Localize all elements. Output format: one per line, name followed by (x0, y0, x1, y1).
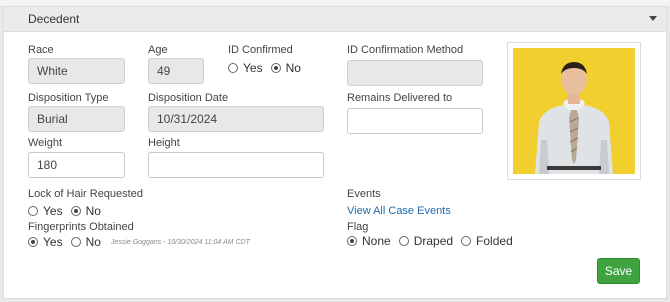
id-confirmed-radio-group: Yes No (228, 61, 309, 75)
flag-label: Flag (347, 221, 369, 233)
id-confirmed-label: ID Confirmed (228, 44, 293, 56)
save-button[interactable]: Save (597, 258, 640, 284)
id-confirmation-method-label: ID Confirmation Method (347, 44, 464, 56)
disposition-date-field: 10/31/2024 (148, 106, 324, 132)
decedent-photo (513, 48, 635, 174)
disposition-type-field: Burial (28, 106, 125, 132)
height-input[interactable] (148, 152, 324, 178)
caret-down-icon[interactable] (649, 16, 657, 21)
radio-icon[interactable] (228, 63, 238, 73)
flag-folded-option[interactable]: Folded (461, 234, 513, 248)
flag-none-option[interactable]: None (347, 234, 391, 248)
decedent-photo-frame[interactable] (507, 42, 641, 180)
radio-icon[interactable] (461, 236, 472, 246)
events-label: Events (347, 188, 381, 200)
radio-checked-icon[interactable] (270, 63, 281, 73)
id-confirmed-no-option[interactable]: No (270, 61, 301, 75)
fingerprints-radio-group: Yes No Jessie Goggans - 10/30/2024 11:04… (28, 235, 250, 249)
fingerprints-no-option[interactable]: No (70, 235, 101, 249)
radio-checked-icon[interactable] (70, 206, 81, 216)
person-portrait-image (513, 48, 635, 174)
id-confirmation-method-field (347, 60, 483, 86)
view-all-case-events-link[interactable]: View All Case Events (347, 205, 451, 217)
lock-of-hair-label: Lock of Hair Requested (28, 188, 143, 200)
age-label: Age (148, 44, 168, 56)
radio-icon[interactable] (398, 236, 409, 246)
fingerprints-audit-note: Jessie Goggans - 10/30/2024 11:04 AM CDT (110, 238, 250, 246)
disposition-date-label: Disposition Date (148, 92, 229, 104)
lock-of-hair-no-option[interactable]: No (70, 204, 101, 218)
decedent-panel: Decedent Race White Age 49 ID Confirmed … (3, 6, 667, 299)
radio-icon[interactable] (28, 206, 38, 216)
panel-header[interactable]: Decedent (4, 7, 666, 32)
panel-title: Decedent (28, 12, 80, 26)
weight-input[interactable]: 180 (28, 152, 125, 178)
fingerprints-yes-option[interactable]: Yes (28, 235, 63, 249)
radio-icon[interactable] (70, 237, 81, 247)
flag-radio-group: None Draped Folded (347, 234, 521, 248)
id-confirmed-yes-option[interactable]: Yes (228, 61, 263, 75)
flag-draped-option[interactable]: Draped (398, 234, 453, 248)
height-label: Height (148, 137, 180, 149)
radio-checked-icon[interactable] (28, 237, 38, 247)
radio-checked-icon[interactable] (347, 236, 357, 246)
race-label: Race (28, 44, 54, 56)
lock-of-hair-radio-group: Yes No (28, 204, 109, 218)
weight-label: Weight (28, 137, 63, 149)
remains-delivered-to-label: Remains Delivered to (347, 92, 453, 104)
lock-of-hair-yes-option[interactable]: Yes (28, 204, 63, 218)
remains-delivered-to-input[interactable] (347, 108, 483, 134)
fingerprints-label: Fingerprints Obtained (28, 221, 134, 233)
race-field: White (28, 58, 125, 84)
disposition-type-label: Disposition Type (28, 92, 109, 104)
age-field: 49 (148, 58, 204, 84)
